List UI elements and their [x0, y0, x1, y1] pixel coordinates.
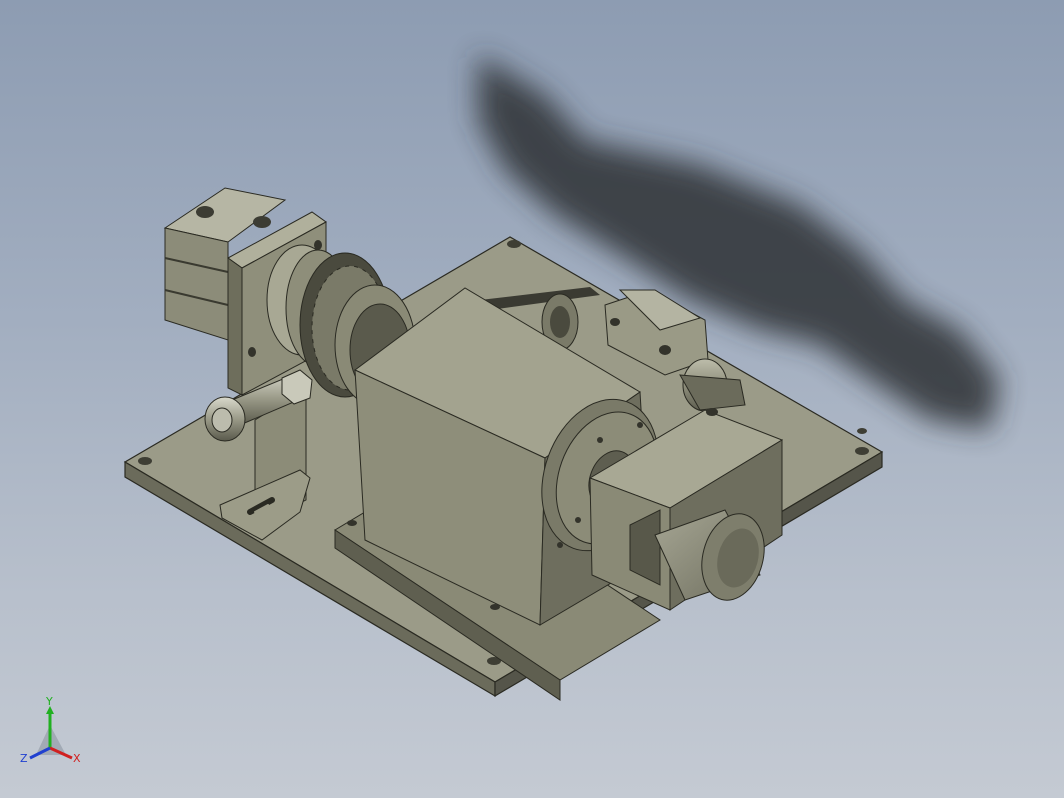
triad-z-label: Z [20, 752, 28, 765]
triad-x-label: X [73, 752, 81, 765]
cad-scene[interactable]: Y X Z [0, 0, 1064, 798]
cad-viewport[interactable]: Y X Z [0, 0, 1064, 798]
triad-y-label: Y [45, 695, 53, 708]
view-triad: Y X Z [20, 695, 81, 765]
